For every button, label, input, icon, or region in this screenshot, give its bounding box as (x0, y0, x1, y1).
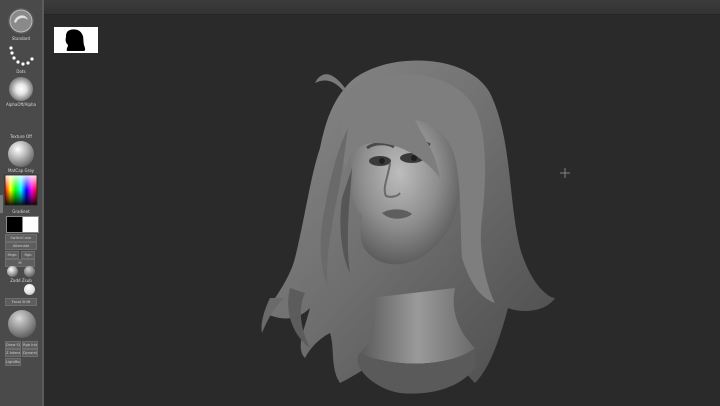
stroke-button[interactable] (6, 42, 36, 68)
mrgb-button[interactable]: Mrgb (5, 251, 19, 259)
top-toolbar-strip (44, 0, 720, 15)
rgb-intensity-slider[interactable]: Rgb Intensity (22, 341, 38, 349)
silhouette-icon (65, 29, 86, 51)
gradient-label: Gradient (12, 209, 30, 214)
shelf-collapse-handle[interactable] (0, 195, 3, 213)
navigation-thumbnail[interactable] (54, 27, 98, 53)
left-shelf: Standard Dots AlphaOff/Alpha Texture Off… (0, 0, 44, 406)
focal-shift-slider[interactable]: Focal Shift (5, 298, 37, 306)
material-label: MatCap Gray (7, 168, 35, 173)
lightbox-button[interactable]: LightBox (5, 358, 21, 366)
switch-color-button[interactable]: SwitchColor (5, 234, 37, 242)
secondary-color-swatch[interactable] (22, 216, 39, 233)
color-picker[interactable] (4, 174, 38, 206)
material-sphere-icon[interactable] (8, 141, 34, 167)
draw-size-slider[interactable]: Draw Size (5, 341, 21, 349)
zadd-icon[interactable] (7, 266, 18, 277)
stroke-dots-icon (9, 46, 34, 66)
stroke-label: Dots (16, 69, 26, 74)
alpha-button[interactable] (9, 77, 33, 101)
zadd-zsub-label: Zadd Zsub (10, 278, 32, 283)
texture-label: Texture Off (10, 134, 32, 139)
rgb-button[interactable]: Rgb (21, 251, 35, 259)
brush-button[interactable] (8, 8, 34, 34)
zcut-icon[interactable] (24, 284, 35, 295)
texture-button[interactable] (9, 110, 33, 132)
brush-sphere-icon (9, 9, 33, 33)
z-intensity-slider[interactable]: Z Intensity (5, 349, 21, 357)
primary-color-swatch[interactable] (6, 216, 23, 233)
zsub-icon[interactable] (24, 266, 35, 277)
brush-label: Standard (11, 36, 31, 41)
alpha-label: AlphaOff/Alpha (6, 102, 36, 107)
alternate-button[interactable]: Alternate (5, 242, 37, 250)
navigation-sphere-icon[interactable] (8, 310, 36, 338)
sculpt-model-head[interactable] (250, 48, 570, 403)
dynamic-button[interactable]: Dynamic (22, 349, 38, 357)
